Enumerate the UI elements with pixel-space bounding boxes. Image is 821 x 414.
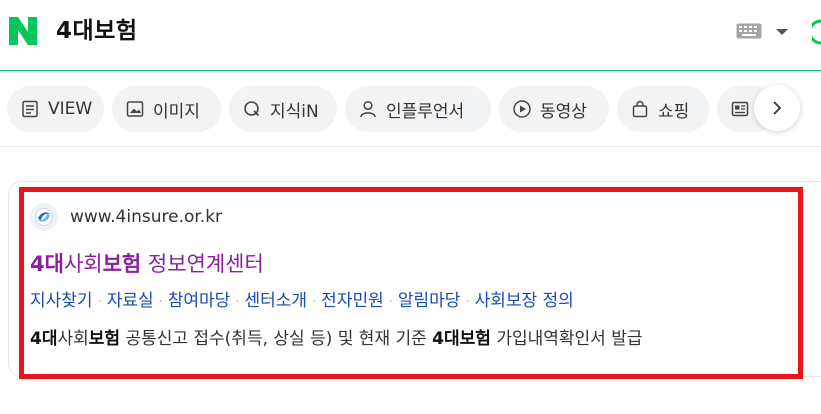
tab-label: 지식iN bbox=[270, 101, 319, 122]
sitelink-separator: · bbox=[388, 295, 393, 310]
keyboard-icon[interactable] bbox=[736, 23, 762, 39]
tab-label: 쇼핑 bbox=[658, 101, 690, 122]
sitelink-branch-search[interactable]: 지사찾기 bbox=[30, 291, 93, 311]
tabs-divider bbox=[0, 146, 821, 147]
shopping-bag-icon bbox=[632, 100, 648, 118]
sitelink-participation[interactable]: 참여마당 bbox=[168, 291, 231, 311]
sitelink-separator: · bbox=[97, 295, 102, 310]
sitelink-notices[interactable]: 알림마당 bbox=[398, 291, 461, 311]
sitelink-about[interactable]: 센터소개 bbox=[244, 291, 307, 311]
image-icon bbox=[126, 101, 144, 117]
naver-logo[interactable] bbox=[8, 16, 38, 46]
caret-down-icon[interactable] bbox=[775, 27, 789, 37]
tab-kin[interactable]: 지식iN bbox=[229, 86, 337, 132]
news-icon bbox=[731, 101, 749, 117]
sitelink-separator: · bbox=[158, 295, 163, 310]
sitelinks: 지사찾기 · 자료실 · 참여마당 · 센터소개 · 전자민원 · 알림마당 · 사회보장 정의 bbox=[30, 287, 574, 317]
desc-part: 가입내역확인서 발급 bbox=[490, 329, 643, 349]
title-part: 정보연계센터 bbox=[141, 252, 264, 276]
sitelink-e-civil[interactable]: 전자민원 bbox=[321, 291, 384, 311]
search-query[interactable]: 4대보험 bbox=[56, 14, 137, 48]
tab-shopping[interactable]: 쇼핑 bbox=[617, 86, 709, 132]
header-divider bbox=[0, 70, 821, 71]
tab-label: 이미지 bbox=[153, 101, 200, 122]
q-icon bbox=[244, 101, 260, 117]
play-icon bbox=[513, 100, 531, 118]
desc-part: 공통신고 접수(취득, 상실 등) 및 현재 기준 bbox=[120, 329, 433, 349]
sitelink-resources[interactable]: 자료실 bbox=[107, 291, 154, 311]
desc-part: 사회 bbox=[57, 329, 89, 349]
sitelink-social-security[interactable]: 사회보장 정의 bbox=[475, 291, 574, 311]
desc-part: 4대보험 bbox=[432, 329, 491, 349]
tab-view[interactable]: VIEW bbox=[7, 86, 104, 132]
search-tabs: VIEW 이미지 지식iN 인플루언서 동영상 쇼핑 bbox=[0, 84, 821, 134]
tab-label: 동영상 bbox=[540, 101, 587, 122]
search-header: 4대보험 bbox=[0, 0, 821, 70]
site-url[interactable]: www.4insure.or.kr bbox=[70, 205, 222, 229]
tab-video[interactable]: 동영상 bbox=[499, 86, 609, 132]
desc-part: 4대 bbox=[30, 329, 58, 349]
tab-influencer[interactable]: 인플루언서 bbox=[345, 86, 491, 132]
tab-label: 인플루언서 bbox=[386, 101, 465, 122]
title-part: 보험 bbox=[102, 252, 142, 276]
sitelink-separator: · bbox=[235, 295, 240, 310]
sitelink-separator: · bbox=[465, 295, 470, 310]
tab-label: VIEW bbox=[48, 99, 93, 119]
result-description: 4대사회보험 공통신고 접수(취득, 상실 등) 및 현재 기준 4대보험 가입… bbox=[30, 325, 643, 353]
document-icon bbox=[22, 100, 38, 118]
tabs-next-button[interactable] bbox=[754, 85, 800, 131]
desc-part: 보험 bbox=[88, 329, 121, 349]
site-favicon[interactable] bbox=[30, 203, 58, 231]
tab-image[interactable]: 이미지 bbox=[112, 86, 221, 132]
search-button-edge-icon[interactable] bbox=[812, 18, 821, 46]
result-title[interactable]: 4대사회보험 정보연계센터 bbox=[30, 247, 264, 281]
chevron-right-icon bbox=[773, 101, 782, 115]
sitelink-separator: · bbox=[312, 295, 317, 310]
title-part: 4대 bbox=[30, 252, 64, 276]
site-logo-icon bbox=[35, 208, 53, 226]
person-icon bbox=[360, 100, 376, 118]
title-part: 사회 bbox=[63, 252, 103, 276]
